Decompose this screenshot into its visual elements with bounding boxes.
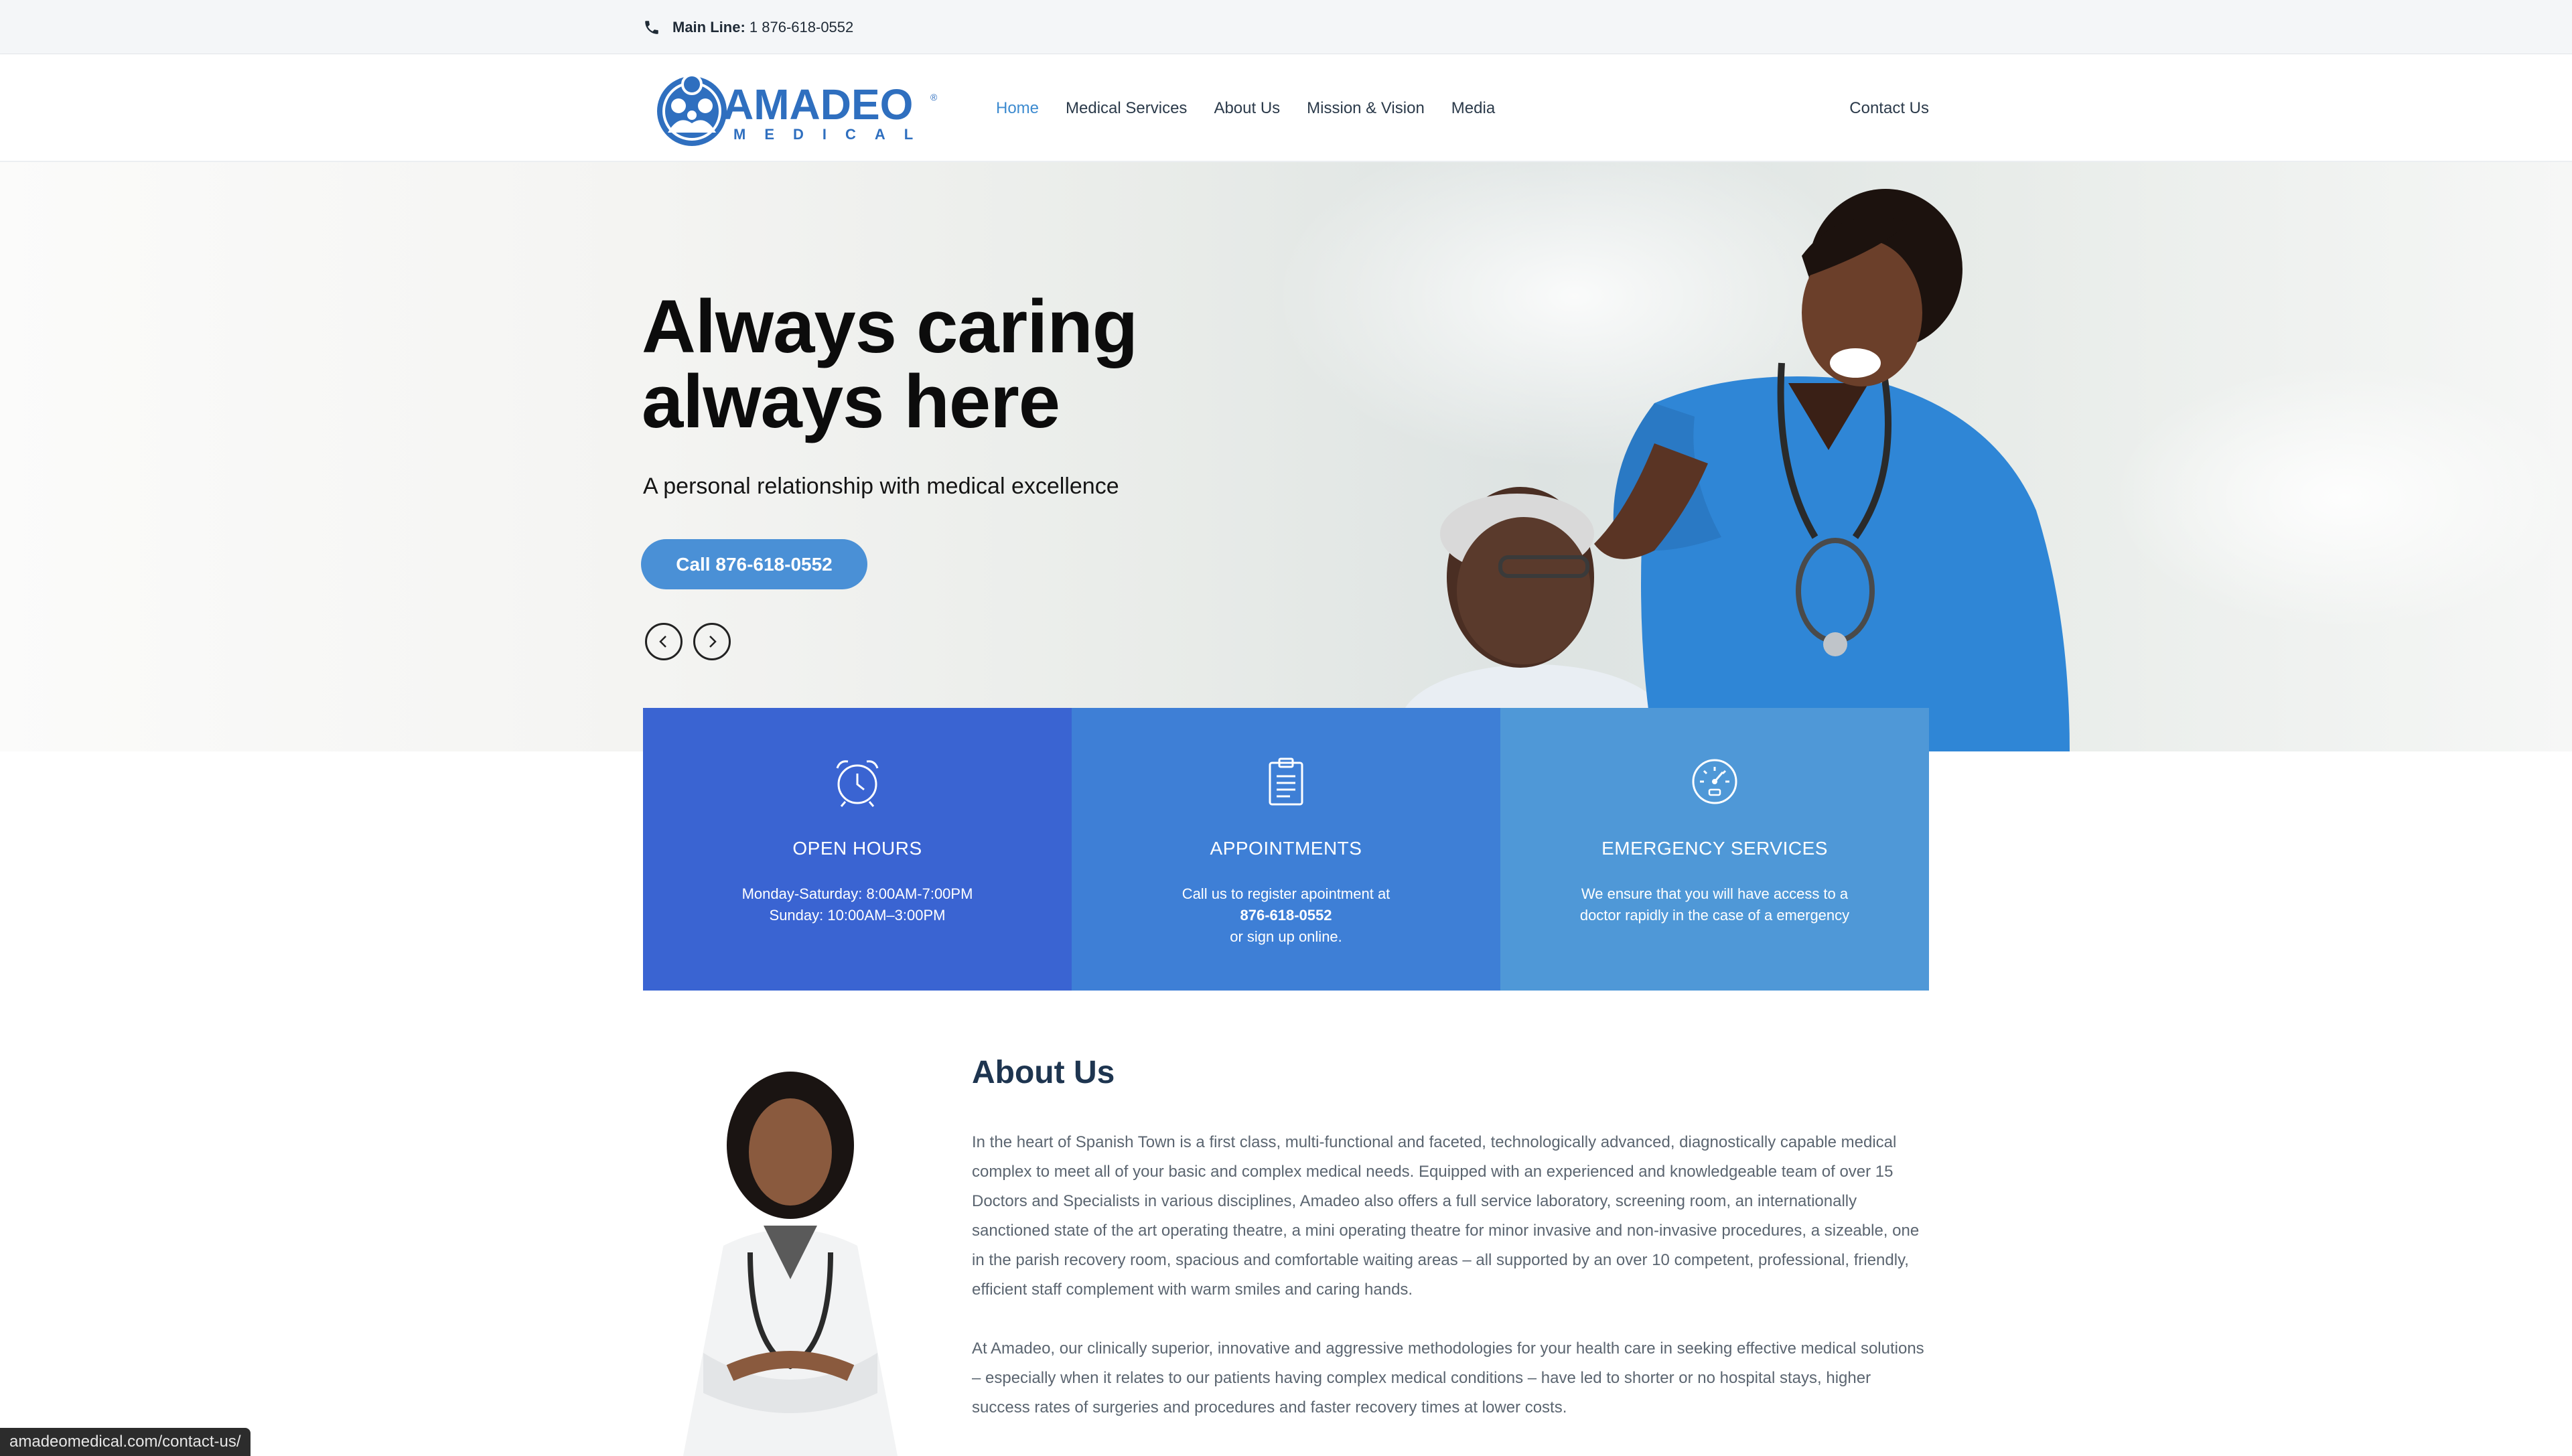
about-paragraph-1: In the heart of Spanish Town is a first … (972, 1133, 1920, 1299)
about-title: About Us (972, 1055, 1115, 1090)
feature-boxes: OPEN HOURS Monday-Saturday: 8:00AM-7:00P… (643, 708, 1929, 991)
hero-nurse-patient-image (1400, 189, 2070, 751)
nav-media[interactable]: Media (1451, 99, 1495, 118)
main-line-phone[interactable]: 1 876-618-0552 (749, 19, 853, 35)
emergency-text-1: We ensure that you will have access to a (1581, 885, 1849, 902)
emergency-text-2: doctor rapidly in the case of a emergenc… (1579, 907, 1850, 924)
main-line: Main Line: 1 876-618-0552 (643, 0, 853, 54)
main-nav: Home Medical Services About Us Mission &… (996, 54, 1495, 162)
feature-title: APPOINTMENTS (1210, 838, 1362, 859)
hero-title-line-2: always here (642, 360, 1060, 443)
status-bar-url: amadeomedical.com/contact-us/ (0, 1428, 251, 1456)
hero-subtitle: A personal relationship with medical exc… (643, 474, 1119, 499)
hero-slider: Always caring always here A personal rel… (0, 162, 2572, 751)
appointments-phone[interactable]: 876-618-0552 (1098, 905, 1474, 926)
main-line-label: Main Line: (672, 18, 745, 35)
hero-title: Always caring always here (642, 289, 1311, 439)
nav-contact-us[interactable]: Contact Us (1849, 54, 1929, 162)
nav-medical-services[interactable]: Medical Services (1066, 99, 1187, 118)
feature-title: OPEN HOURS (792, 838, 922, 859)
appointments-online: or sign up online. (1230, 928, 1342, 945)
slider-next-button[interactable] (693, 623, 731, 660)
open-hours-sunday: Sunday: 10:00AM–3:00PM (769, 907, 946, 924)
call-button[interactable]: Call 876-618-0552 (641, 539, 867, 589)
doctor-photo (683, 1072, 898, 1456)
nav-about-us[interactable]: About Us (1214, 99, 1280, 118)
logo-tagline: MEDICAL (733, 126, 932, 143)
hero-title-line-1: Always caring (642, 285, 1138, 368)
phone-icon (645, 20, 658, 34)
amadeo-logo[interactable]: AMADEO ® MEDICAL (653, 64, 948, 151)
open-hours-weekdays: Monday-Saturday: 8:00AM-7:00PM (741, 885, 973, 902)
feature-emergency-services: EMERGENCY SERVICES We ensure that you wi… (1500, 708, 1929, 991)
feature-open-hours: OPEN HOURS Monday-Saturday: 8:00AM-7:00P… (643, 708, 1072, 991)
about-paragraph-2: At Amadeo, our clinically superior, inno… (972, 1339, 1924, 1416)
logo-wordmark: AMADEO (723, 80, 913, 129)
slider-prev-button[interactable] (645, 623, 683, 660)
feature-title: EMERGENCY SERVICES (1601, 838, 1828, 859)
logo-registered: ® (930, 92, 938, 102)
top-bar: Main Line: 1 876-618-0552 (0, 0, 2572, 54)
site-header: AMADEO ® MEDICAL Home Medical Services A… (0, 54, 2572, 162)
chevron-left-icon (659, 636, 666, 648)
nav-home[interactable]: Home (996, 99, 1039, 118)
feature-appointments: APPOINTMENTS Call us to register apointm… (1072, 708, 1500, 991)
gauge-icon (1692, 759, 1737, 804)
nav-mission-vision[interactable]: Mission & Vision (1307, 99, 1425, 118)
clipboard-icon (1269, 757, 1303, 806)
alarm-clock-icon (836, 760, 879, 807)
appointments-intro: Call us to register apointment at (1182, 885, 1390, 902)
chevron-right-icon (709, 636, 717, 648)
